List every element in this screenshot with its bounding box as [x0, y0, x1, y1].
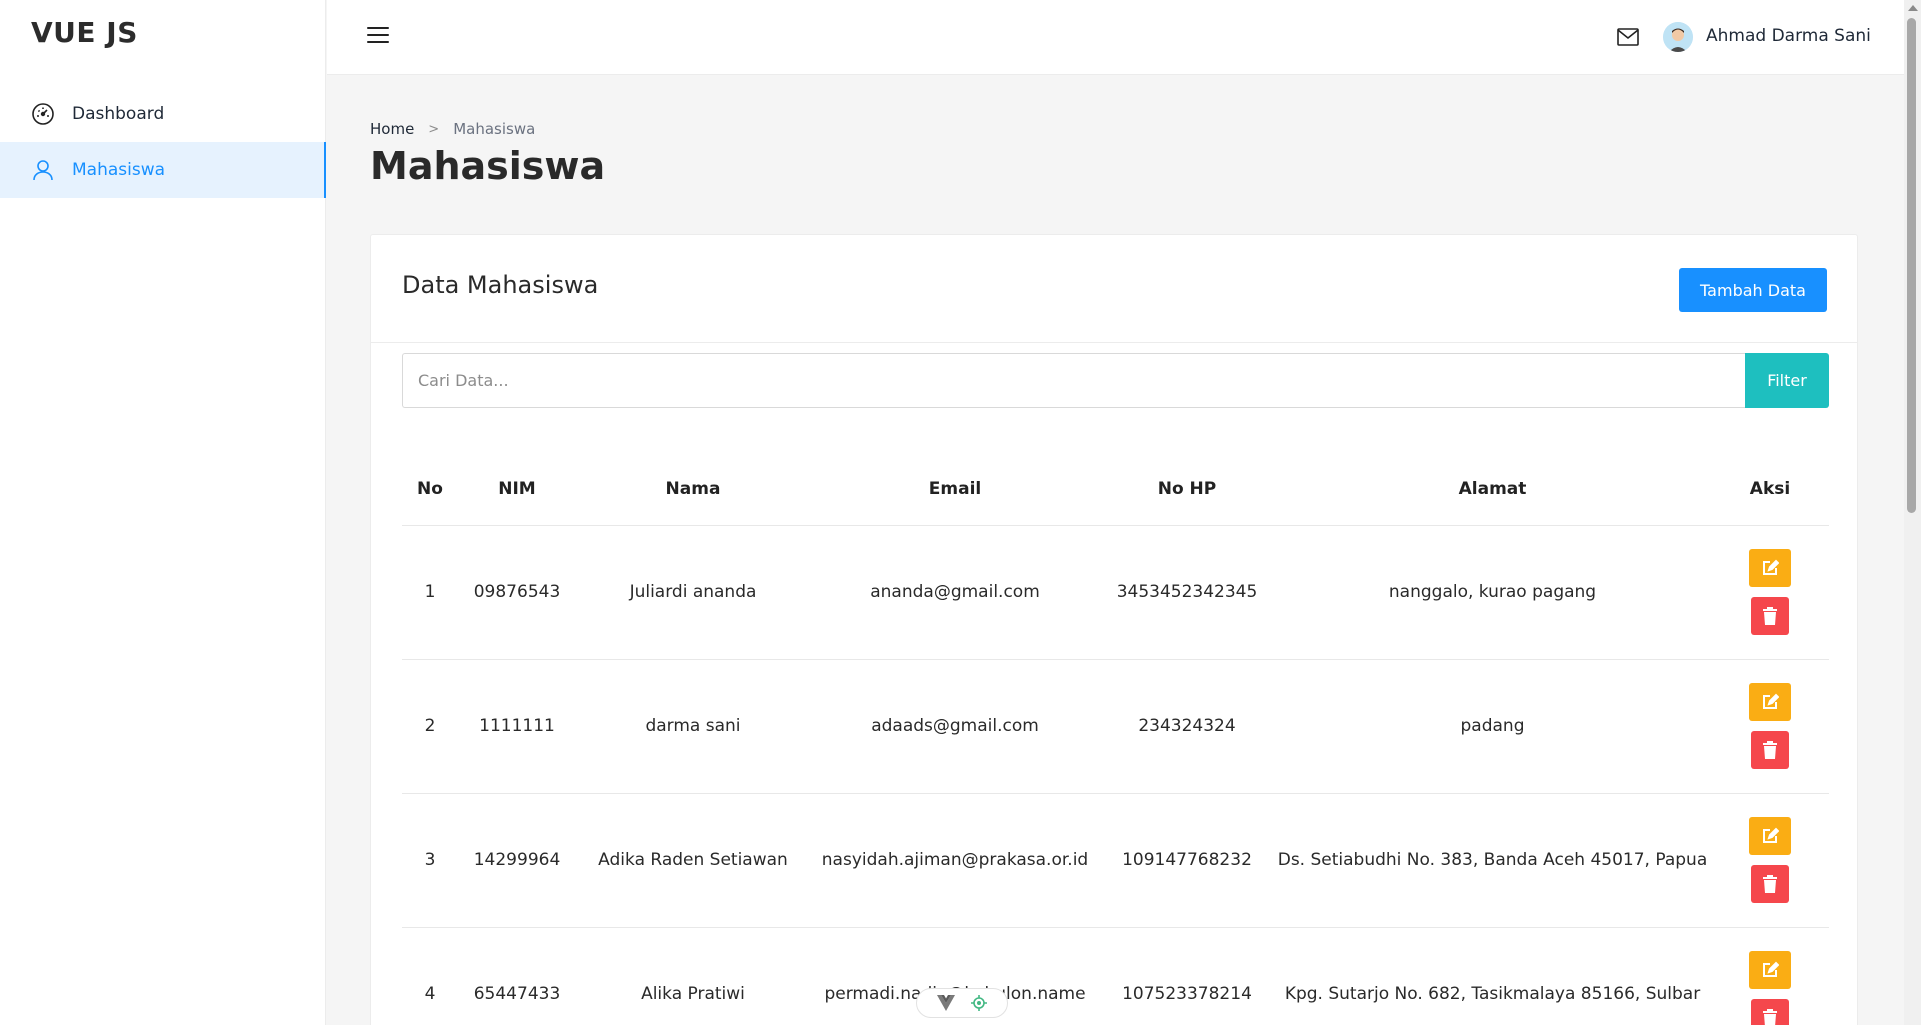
sidebar-item-mahasiswa[interactable]: Mahasiswa [0, 142, 326, 198]
mail-icon[interactable] [1617, 28, 1639, 46]
delete-button[interactable] [1751, 597, 1789, 635]
user-name[interactable]: Ahmad Darma Sani [1706, 26, 1871, 46]
cell-no: 1 [402, 525, 458, 660]
card-title: Data Mahasiswa [402, 271, 599, 299]
edit-icon [1763, 693, 1779, 709]
cell-no: 2 [402, 659, 458, 794]
edit-button[interactable] [1749, 683, 1791, 721]
cell-no: 4 [402, 927, 458, 1025]
delete-button[interactable] [1751, 731, 1789, 769]
edit-icon [1763, 827, 1779, 843]
edit-icon [1763, 559, 1779, 575]
cell-hp: 109147768232 [1100, 793, 1274, 928]
cell-nim: 14299964 [458, 793, 576, 928]
delete-button[interactable] [1751, 999, 1789, 1025]
breadcrumb: Home > Mahasiswa [370, 120, 535, 138]
edit-button[interactable] [1749, 817, 1791, 855]
vue-devtools-toggle[interactable] [916, 988, 1008, 1018]
cell-nama: Juliardi ananda [576, 525, 810, 660]
search-input[interactable] [402, 353, 1745, 408]
sidebar-item-label: Mahasiswa [72, 160, 166, 180]
header-nim: NIM [458, 453, 576, 526]
cell-alamat: Kpg. Sutarjo No. 682, Tasikmalaya 85166,… [1274, 927, 1711, 1025]
breadcrumb-home[interactable]: Home [370, 120, 414, 138]
cell-alamat: nanggalo, kurao pagang [1274, 525, 1711, 660]
vue-logo-icon [937, 995, 955, 1011]
table-row: 1 09876543 Juliardi ananda ananda@gmail.… [402, 525, 1829, 660]
header-no: No [402, 453, 458, 526]
hamburger-icon[interactable] [367, 27, 389, 47]
trash-icon [1763, 1009, 1777, 1025]
table-header-row: No NIM Nama Email No HP Alamat Aksi [402, 453, 1829, 526]
brand-logo[interactable]: VUE JS [31, 16, 138, 49]
cell-hp: 107523378214 [1100, 927, 1274, 1025]
cell-nim: 65447433 [458, 927, 576, 1025]
table-row: 2 1111111 darma sani adaads@gmail.com 23… [402, 659, 1829, 794]
cell-aksi [1711, 793, 1829, 928]
header-email: Email [810, 453, 1100, 526]
cell-nama: Alika Pratiwi [576, 927, 810, 1025]
trash-icon [1763, 875, 1777, 893]
sidebar-item-dashboard[interactable]: Dashboard [0, 86, 326, 142]
dashboard-icon [30, 101, 56, 127]
cell-alamat: Ds. Setiabudhi No. 383, Banda Aceh 45017… [1274, 793, 1711, 928]
trash-icon [1763, 741, 1777, 759]
sidebar-item-label: Dashboard [72, 104, 165, 124]
sidebar: VUE JS Dashboard Mahasiswa [0, 0, 326, 1025]
edit-icon [1763, 961, 1779, 977]
header-aksi: Aksi [1711, 453, 1829, 526]
cell-aksi [1711, 525, 1829, 660]
user-icon [30, 157, 56, 183]
cell-hp: 234324324 [1100, 659, 1274, 794]
top-header: Ahmad Darma Sani [327, 0, 1904, 75]
edit-button[interactable] [1749, 951, 1791, 989]
cell-nama: darma sani [576, 659, 810, 794]
cell-email: ananda@gmail.com [810, 525, 1100, 660]
table-row: 3 14299964 Adika Raden Setiawan nasyidah… [402, 793, 1829, 928]
breadcrumb-separator-icon: > [428, 121, 440, 137]
edit-button[interactable] [1749, 549, 1791, 587]
target-icon [971, 995, 987, 1011]
table-row: 4 65447433 Alika Pratiwi permadi.nadia@k… [402, 927, 1829, 1025]
cell-nim: 1111111 [458, 659, 576, 794]
search-bar: Filter [402, 353, 1829, 408]
header-alamat: Alamat [1274, 453, 1711, 526]
delete-button[interactable] [1751, 865, 1789, 903]
cell-nama: Adika Raden Setiawan [576, 793, 810, 928]
cell-email: nasyidah.ajiman@prakasa.or.id [810, 793, 1100, 928]
trash-icon [1763, 607, 1777, 625]
cell-email: adaads@gmail.com [810, 659, 1100, 794]
add-data-button[interactable]: Tambah Data [1679, 268, 1827, 312]
cell-aksi [1711, 927, 1829, 1025]
header-nama: Nama [576, 453, 810, 526]
scroll-up-arrow-icon[interactable] [1908, 5, 1918, 11]
avatar[interactable] [1663, 22, 1693, 52]
filter-button[interactable]: Filter [1745, 353, 1829, 408]
page-title: Mahasiswa [370, 144, 606, 188]
cell-alamat: padang [1274, 659, 1711, 794]
cell-aksi [1711, 659, 1829, 794]
cell-nim: 09876543 [458, 525, 576, 660]
cell-hp: 3453452342345 [1100, 525, 1274, 660]
mahasiswa-table: No NIM Nama Email No HP Alamat Aksi 1 09… [402, 453, 1829, 1025]
breadcrumb-current: Mahasiswa [453, 120, 536, 138]
scrollbar[interactable] [1904, 0, 1921, 1025]
scroll-thumb[interactable] [1907, 18, 1916, 513]
data-card: Data Mahasiswa Tambah Data Filter No NIM… [370, 234, 1858, 1025]
card-header: Data Mahasiswa Tambah Data [371, 235, 1857, 343]
header-hp: No HP [1100, 453, 1274, 526]
cell-no: 3 [402, 793, 458, 928]
